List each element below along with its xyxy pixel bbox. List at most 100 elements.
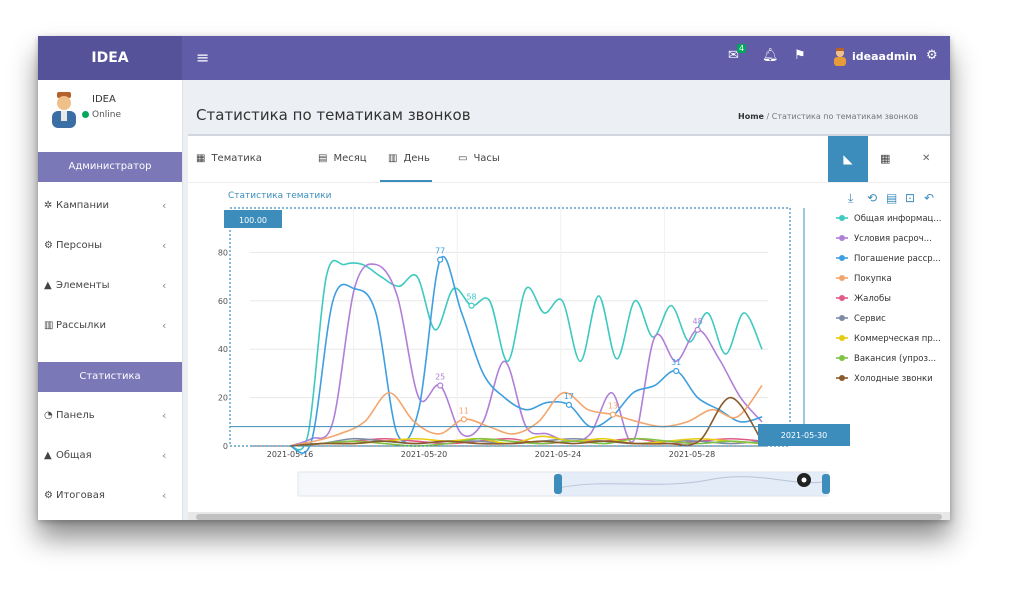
tab-hours[interactable]: ▭ Часы [458,153,500,164]
sidebar-item-elements[interactable]: ▲ Элементы ‹ [38,266,182,306]
cubes-icon: ✲ [44,200,53,211]
tab-topic[interactable]: ▦ Тематика [196,153,262,164]
download-icon: ⤓ [848,191,854,205]
legend-marker [839,295,845,301]
chart-title: Статистика тематики [228,191,332,201]
zoom-icon: ⊡ [905,191,915,205]
chevron-left-icon: ‹ [162,409,167,422]
chevron-left-icon: ‹ [162,199,167,212]
app-window: IDEA ≡ ✉ 4 🔔︎ ⚑ ideaadmin ⚙ IDEA Online … [38,36,950,520]
legend-item: Холодные звонки [854,374,933,384]
app-logo[interactable]: IDEA [38,36,182,80]
user-avatar [52,92,76,128]
data-label: 31 [671,358,681,367]
breadcrumb: Home / Статистика по тематикам звонков [738,112,918,121]
sidebar: IDEA Online Администратор ✲ Кампании ‹ ⚙… [38,80,183,520]
sidebar-item-label: Итоговая [56,490,105,501]
user-avatar-icon[interactable] [833,48,847,66]
restore-icon: ⟲ [867,191,877,205]
data-label: 25 [435,373,445,382]
data-point [460,416,467,423]
tab-bar: ▦ Тематика ▤ Месяц ▥ День ▭ Часы ◣ ▦ ✕ [188,136,950,183]
close-button[interactable]: ✕ [922,153,930,164]
flag-icon[interactable]: ⚑ [794,48,806,63]
tab-label: Месяц [333,153,367,164]
data-label: 11 [459,406,469,415]
legend-item: Сервис [854,314,886,324]
back-icon: ↶ [924,191,934,205]
calendar-icon: ▤ [318,153,328,164]
area-chart-icon: ◣ [843,152,853,166]
legend-marker [839,375,845,381]
data-label: 13 [608,402,618,411]
legend-item: Общая информац... [854,214,941,224]
sidebar-item-label: Кампании [56,200,109,211]
series-line-1 [289,263,763,447]
monitor-icon: ▭ [458,153,468,164]
settings-icon[interactable]: ⚙ [926,48,938,63]
username-label[interactable]: ideaadmin [852,50,917,63]
y-tick-label: 60 [218,297,228,306]
breadcrumb-current: Статистика по тематикам звонков [771,112,919,121]
breadcrumb-home-link[interactable]: Home [738,112,764,121]
legend-marker [839,355,845,361]
tab-month[interactable]: ▤ Месяц [318,153,367,164]
chart-view-button[interactable]: ◣ [828,136,868,182]
y-tick-label: 40 [218,345,228,354]
sidebar-item-persons[interactable]: ⚙ Персоны ‹ [38,226,182,266]
legend-marker [839,235,845,241]
x-tick-label: 2021-05-20 [401,450,448,459]
sidebar-item-label: Персоны [56,240,103,251]
chart-box: ▦ Тематика ▤ Месяц ▥ День ▭ Часы ◣ ▦ ✕ Стати… [188,134,950,520]
legend-marker [839,255,845,261]
line-chart[interactable]: Статистика тематики ⤓ ⟲ ▤ ⊡ ↶ 0 20 40 60 80 2021-05… [188,182,950,512]
y-tick-label: 0 [223,442,228,451]
status-text: Online [92,110,122,120]
data-point [437,256,444,263]
legend-marker [839,335,845,341]
bell-icon[interactable]: 🔔︎ [762,48,779,63]
x-tick-label: 2021-05-24 [535,450,582,459]
chevron-left-icon: ‹ [162,319,167,332]
grid-icon: ▦ [196,153,206,164]
scrollbar-thumb[interactable] [196,514,942,520]
dataview-icon: ▤ [886,191,897,205]
zoom-selection [229,207,791,447]
chevron-left-icon: ‹ [162,449,167,462]
legend-marker [839,215,845,221]
tab-day[interactable]: ▥ День [388,153,430,164]
user-status: Online [82,110,121,120]
series-line-3 [289,385,763,447]
zoom-start-label: 100.00 [239,216,267,225]
data-label: 58 [466,293,476,302]
columns-icon: ▥ [388,153,398,164]
sidebar-item-label: Панель [56,410,95,421]
sidebar-user-name: IDEA [92,94,116,105]
data-label: 17 [564,392,574,401]
menu-toggle-icon[interactable]: ≡ [196,48,209,67]
mail-count-badge: 4 [737,44,747,53]
legend-marker [839,275,845,281]
legend-marker [839,315,845,321]
sidebar-item-mailings[interactable]: ▥ Рассылки ‹ [38,306,182,346]
legend-item: Условия расроч... [854,234,932,244]
data-point [468,302,475,309]
chart-area: Статистика тематики ⤓ ⟲ ▤ ⊡ ↶ 0 20 40 60 80 2021-05… [188,182,950,520]
legend-item: Покупка [854,274,892,284]
legend-item: Погашение расср... [854,254,941,264]
table-icon: ▦ [880,152,891,165]
gear-icon: ⚙ [44,490,53,501]
columns-icon: ▥ [44,320,54,331]
online-dot-icon [82,111,89,118]
sidebar-item-general[interactable]: ▲ Общая ‹ [38,436,182,476]
warning-icon: ▲ [44,450,52,461]
chevron-left-icon: ‹ [162,489,167,502]
sidebar-item-campaigns[interactable]: ✲ Кампании ‹ [38,186,182,226]
table-view-button[interactable]: ▦ [880,152,890,165]
sidebar-item-panel[interactable]: ◔ Панель ‹ [38,396,182,436]
tab-label: День [403,153,430,164]
sidebar-item-summary[interactable]: ⚙ Итоговая ‹ [38,476,182,516]
y-tick-label: 80 [218,248,228,257]
sidebar-header-admin: Администратор [38,152,182,182]
horizontal-scrollbar[interactable] [188,512,950,520]
